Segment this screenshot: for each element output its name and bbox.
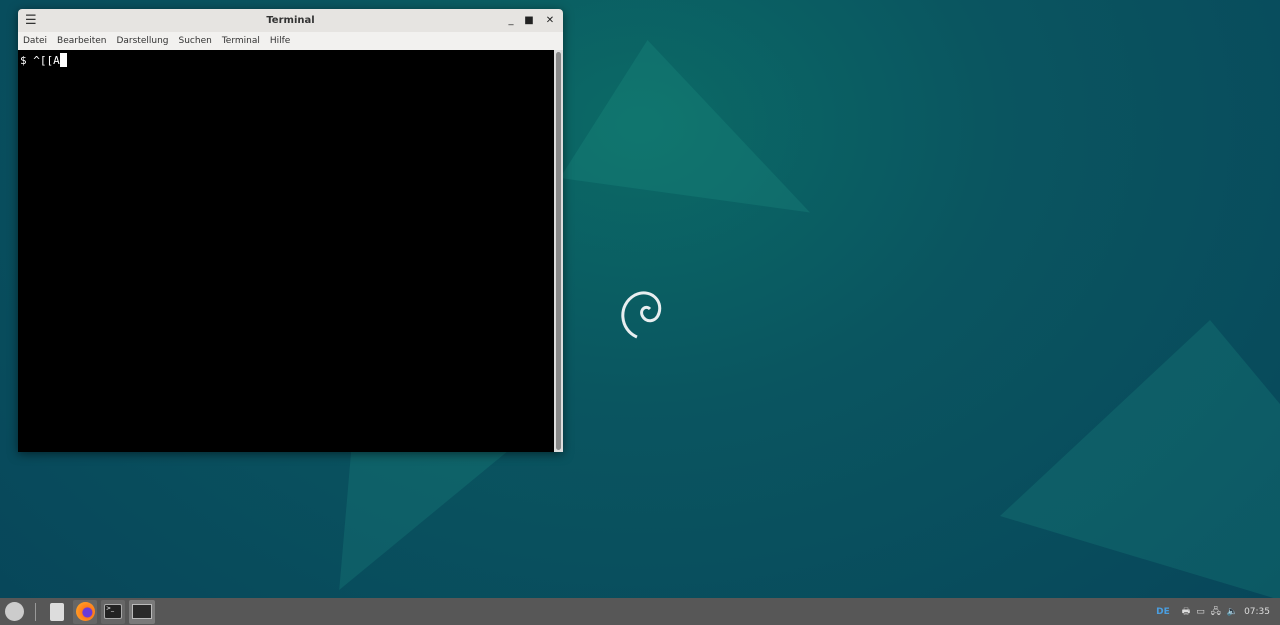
terminal-output[interactable]: $ ^[[A [18, 50, 554, 452]
terminal-window: ☰ Terminal _ ■ ✕ Datei Bearbeiten Darste… [18, 9, 563, 452]
menu-bearbeiten[interactable]: Bearbeiten [57, 36, 106, 46]
scrollbar[interactable] [554, 50, 563, 452]
network-icon[interactable]: 🖧 [1211, 604, 1221, 620]
terminal-icon: >_ [104, 604, 122, 619]
app-menu-button[interactable] [2, 600, 26, 624]
title-bar[interactable]: ☰ Terminal _ ■ ✕ [18, 9, 563, 32]
keyboard-layout-indicator[interactable]: DE [1156, 607, 1170, 617]
debian-swirl-logo [621, 291, 662, 339]
wallpaper-shape [560, 40, 810, 213]
wallpaper-shape [1000, 320, 1280, 600]
firefox-launcher[interactable] [73, 599, 97, 624]
window-title: Terminal [266, 15, 315, 26]
taskbar: >_ DE 🖶 ▭ 🖧 🔈 07:35 [0, 598, 1280, 625]
hamburger-menu-icon[interactable]: ☰ [25, 13, 37, 28]
terminal-text: $ ^[[A [20, 54, 60, 67]
scrollbar-thumb[interactable] [556, 52, 561, 450]
menu-darstellung[interactable]: Darstellung [116, 36, 168, 46]
terminal-launcher[interactable]: >_ [101, 599, 125, 624]
display-icon[interactable]: ▭ [1196, 607, 1205, 617]
file-cabinet-icon [50, 602, 64, 621]
separator [35, 602, 36, 621]
menu-datei[interactable]: Datei [23, 36, 47, 46]
minimize-button[interactable]: _ [503, 13, 519, 29]
printer-icon[interactable]: 🖶 [1182, 604, 1191, 620]
maximize-button[interactable]: ■ [521, 13, 537, 29]
taskbar-terminal-window[interactable] [129, 599, 155, 624]
system-tray: DE 🖶 ▭ 🖧 🔈 07:35 [1156, 598, 1270, 625]
file-manager-launcher[interactable] [45, 600, 69, 624]
mountain-logo-icon [4, 602, 24, 621]
cursor [59, 53, 67, 67]
wallpaper-shape [339, 430, 514, 590]
menu-suchen[interactable]: Suchen [179, 36, 212, 46]
menu-bar: Datei Bearbeiten Darstellung Suchen Term… [18, 32, 563, 50]
terminal-window-icon [132, 604, 152, 619]
close-button[interactable]: ✕ [542, 13, 558, 29]
menu-hilfe[interactable]: Hilfe [270, 36, 290, 46]
menu-terminal[interactable]: Terminal [222, 36, 260, 46]
clock[interactable]: 07:35 [1244, 607, 1270, 617]
volume-icon[interactable]: 🔈 [1227, 607, 1238, 617]
firefox-icon [75, 602, 95, 621]
